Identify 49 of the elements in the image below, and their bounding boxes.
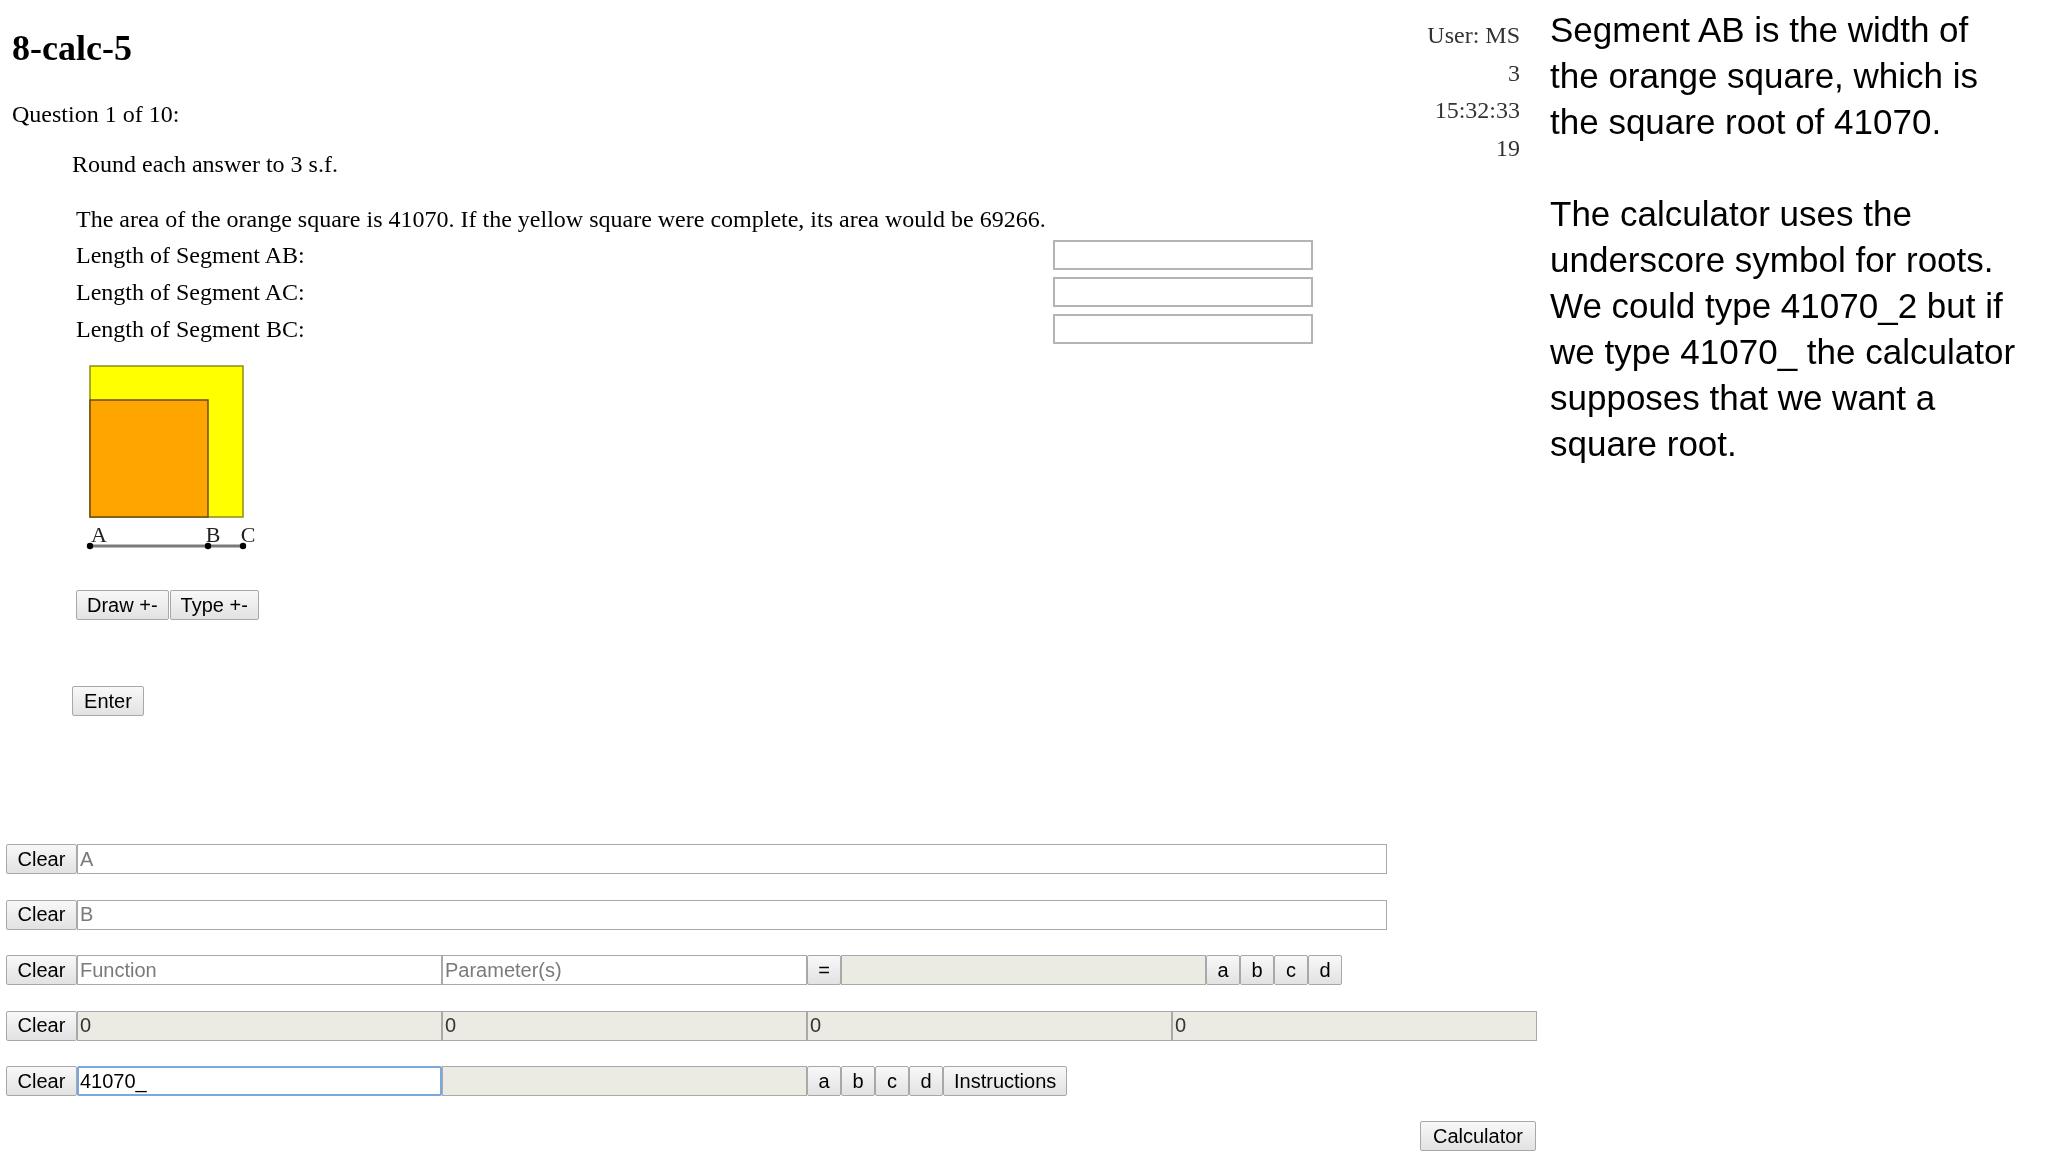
calculator-button[interactable]: d (909, 1066, 943, 1096)
calculator-button[interactable]: d (1308, 955, 1342, 985)
output-field[interactable] (841, 955, 1206, 985)
calculator-button[interactable]: a (1206, 955, 1240, 985)
answer-field[interactable] (1053, 314, 1313, 344)
calculator-button[interactable]: b (1240, 955, 1274, 985)
calculator-button[interactable]: c (875, 1066, 909, 1096)
output-field[interactable]: 0 (77, 1010, 442, 1041)
calculator-button[interactable]: a (807, 1066, 841, 1096)
user-label: User: MS (1427, 21, 1520, 50)
output-field[interactable]: 0 (442, 1010, 807, 1041)
calculator-button[interactable]: Calculator (1419, 1121, 1536, 1151)
point-label: A (91, 522, 107, 547)
point-label: B (205, 522, 221, 547)
input-field[interactable]: B (77, 899, 1387, 930)
input-field[interactable]: Parameter(s) (442, 955, 807, 985)
question-text: The area of the orange square is 41070. If the yellow square were complete, its area would be 69266. (76, 205, 1046, 233)
calculator-button[interactable]: c (1274, 955, 1308, 985)
note-paragraph: The calculator uses the underscore symbol for roots. We could type 41070_2 but if we type 41070_ the calculator supposes that we want a square root. (1550, 193, 2016, 465)
input-field[interactable]: Function (77, 955, 442, 985)
input-field[interactable]: A (77, 844, 1387, 874)
note-paragraph: Segment AB is the width of the orange square, which is the square root of 41070. (1550, 9, 1979, 143)
clear-button[interactable]: Clear (6, 955, 77, 985)
status-text: 15:32:33 (1434, 96, 1520, 126)
clear-button[interactable]: Clear (6, 1066, 77, 1096)
status-text: 19 (1496, 134, 1520, 164)
input-field[interactable]: 41070_ (77, 1066, 442, 1096)
answer-label: Length of Segment AB: (76, 241, 305, 269)
answer-field[interactable] (1053, 277, 1313, 307)
calculator-button[interactable]: Instructions (943, 1066, 1068, 1096)
output-field[interactable] (442, 1066, 807, 1096)
calculator-button[interactable]: = (807, 955, 841, 985)
question-counter: Question 1 of 10: (12, 100, 180, 128)
toggle-button[interactable]: Draw +- (76, 590, 169, 620)
output-field[interactable]: 0 (807, 1010, 1172, 1041)
answer-label: Length of Segment AC: (76, 278, 305, 306)
page-title: 8-calc-5 (12, 28, 132, 68)
answer-field[interactable] (1053, 240, 1313, 270)
calculator-button[interactable]: b (841, 1066, 875, 1096)
clear-button[interactable]: Clear (6, 844, 77, 874)
instruction-text: Round each answer to 3 s.f. (72, 150, 338, 178)
output-field[interactable]: 0 (1172, 1010, 1537, 1041)
clear-button[interactable]: Clear (6, 1010, 77, 1041)
clear-button[interactable]: Clear (6, 899, 77, 930)
enter-button[interactable]: Enter (72, 686, 144, 716)
status-text: 3 (1508, 58, 1520, 88)
toggle-button[interactable]: Type +- (169, 590, 259, 620)
point-label: C (240, 522, 256, 547)
answer-label: Length of Segment BC: (76, 315, 305, 343)
